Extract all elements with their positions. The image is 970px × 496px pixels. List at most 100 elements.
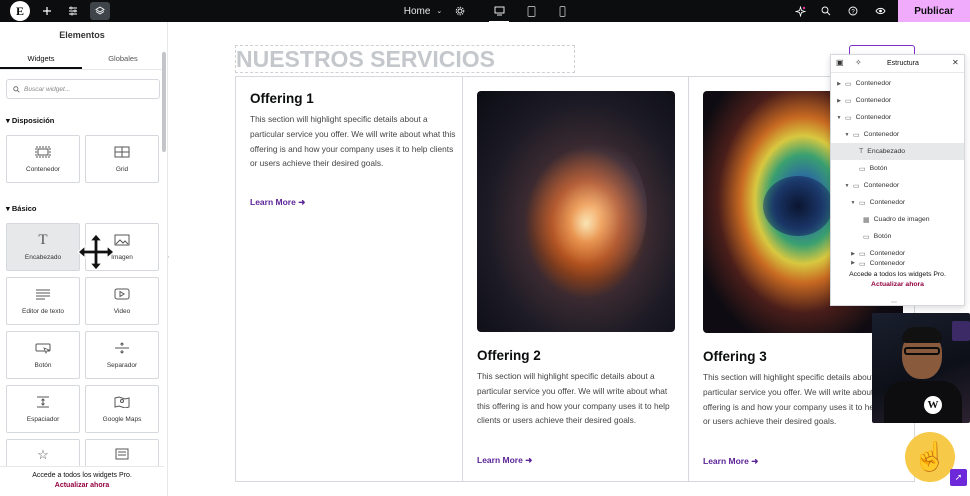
node-label: Contenedor	[855, 97, 892, 104]
offering-title: Offering 1	[250, 91, 314, 106]
widget-heading[interactable]: T Encabezado	[6, 223, 80, 271]
video-icon	[114, 288, 130, 301]
learn-more-label: Learn More	[477, 455, 523, 465]
container-icon	[35, 146, 51, 159]
tab-widgets[interactable]: Widgets	[0, 50, 82, 69]
arrow-right-icon: ➜	[525, 455, 533, 465]
widget-spacer[interactable]: Espaciador	[6, 385, 80, 433]
tree-node-heading[interactable]: T Encabezado	[831, 143, 964, 160]
widget-text-editor[interactable]: Editor de texto	[6, 277, 80, 325]
category-layout-label: Disposición	[11, 116, 55, 125]
expand-arrow-icon[interactable]: ▶	[835, 98, 843, 104]
desktop-view-icon[interactable]	[489, 0, 509, 22]
expand-arrow-icon[interactable]: ▶	[849, 251, 857, 257]
tree-node-image-box[interactable]: ▦ Cuadro de imagen	[831, 211, 964, 228]
arrow-right-icon: ➜	[751, 456, 759, 466]
tree-node-container[interactable]: ▼ ▭ Contenedor	[831, 126, 964, 143]
help-icon[interactable]: ?	[843, 0, 863, 22]
widget-google-maps[interactable]: Google Maps	[85, 385, 159, 433]
collapse-arrow-icon[interactable]: ▼	[849, 200, 857, 206]
tree-node-container[interactable]: ▶ ▭ Contenedor	[831, 92, 964, 109]
container-icon: ▭	[845, 97, 852, 105]
ai-sparkle-icon[interactable]	[790, 0, 810, 22]
widget-label: Separador	[106, 361, 138, 369]
star-icon: ☆	[37, 446, 49, 462]
learn-more-link[interactable]: Learn More ➜	[703, 456, 758, 467]
learn-more-link[interactable]: Learn More ➜	[250, 197, 305, 208]
tree-node-container[interactable]: ▼ ▭ Contenedor	[831, 177, 964, 194]
search-widget-input[interactable]: Buscar widget...	[6, 79, 160, 99]
elementor-logo[interactable]: E	[10, 1, 30, 21]
publish-button[interactable]: Publicar	[898, 0, 970, 22]
container-icon: ▭	[859, 250, 866, 258]
panel-scrollbar[interactable]	[162, 52, 166, 152]
node-label: Contenedor	[869, 250, 906, 257]
expand-arrow-icon[interactable]: ▶	[835, 81, 843, 87]
widget-label: Espaciador	[26, 415, 60, 423]
upgrade-link[interactable]: Actualizar ahora	[831, 281, 964, 288]
structure-layers-icon[interactable]	[90, 2, 110, 20]
collapse-arrow-icon[interactable]: ▼	[843, 132, 851, 138]
arrow-right-icon: ➜	[298, 197, 306, 207]
node-label: Contenedor	[869, 260, 906, 267]
learn-more-link[interactable]: Learn More ➜	[477, 455, 532, 466]
node-label: Contenedor	[855, 80, 892, 87]
tree-node-button[interactable]: ▭ Botón	[831, 228, 964, 245]
collapse-arrow-icon[interactable]: ▼	[835, 115, 843, 121]
tree-node-container[interactable]: ▼ ▭ Contenedor	[831, 194, 964, 211]
ai-sparkle-icon[interactable]: ✧	[855, 58, 862, 67]
widget-icon-partial[interactable]: ☆	[6, 439, 80, 469]
image-icon	[114, 234, 130, 247]
learn-more-label: Learn More	[250, 197, 296, 207]
upgrade-link[interactable]: Actualizar ahora	[0, 482, 164, 489]
node-label: Cuadro de imagen	[873, 216, 930, 223]
nebula-image[interactable]	[477, 91, 675, 332]
publish-label: Publicar	[914, 5, 954, 17]
offering-body: This section will highlight specific det…	[250, 114, 456, 169]
column-divider	[462, 77, 463, 481]
tab-globals[interactable]: Globales	[82, 50, 164, 69]
mobile-view-icon[interactable]	[552, 0, 572, 22]
close-icon[interactable]: ✕	[952, 58, 959, 67]
presenter-hair	[902, 327, 942, 343]
widget-grid[interactable]: Grid	[85, 135, 159, 183]
category-basic-label: Básico	[11, 204, 37, 213]
page-settings-gear-icon[interactable]	[450, 0, 470, 22]
container-icon: ▭	[853, 131, 860, 139]
section-heading[interactable]: NUESTROS SERVICIOS	[235, 45, 575, 73]
tree-node-container-partial[interactable]: ▶ ▭ Contenedor	[831, 260, 964, 268]
category-layout[interactable]: ▾ Disposición	[6, 116, 54, 125]
column-divider	[688, 77, 689, 481]
tree-node-container[interactable]: ▶ ▭ Contenedor	[831, 75, 964, 92]
collapse-arrow-icon[interactable]: ▼	[843, 183, 851, 189]
resize-grip-icon[interactable]: ⋯	[891, 299, 897, 306]
button-icon	[35, 342, 51, 355]
container-icon: ▭	[845, 114, 852, 122]
category-basic[interactable]: ▾ Básico	[6, 204, 36, 213]
preview-eye-icon[interactable]	[870, 0, 890, 22]
scroll-up-icon[interactable]: ➚	[950, 469, 967, 486]
search-icon[interactable]	[816, 0, 836, 22]
expand-arrow-icon[interactable]: ▶	[849, 260, 857, 266]
widget-divider[interactable]: Separador	[85, 331, 159, 379]
structure-header: ▣ ✧ Estructura ✕	[831, 55, 964, 73]
heading-t-icon: T	[38, 231, 48, 248]
add-element-icon[interactable]	[37, 0, 57, 22]
tablet-view-icon[interactable]	[521, 0, 541, 22]
button-icon: ▭	[863, 233, 870, 241]
site-settings-icon[interactable]	[63, 0, 83, 22]
wordpress-logo-icon: W	[924, 396, 942, 414]
offering-title: Offering 3	[703, 349, 767, 364]
container-icon: ▭	[859, 199, 866, 207]
widget-text-path-partial[interactable]	[85, 439, 159, 469]
widget-container[interactable]: Contenedor	[6, 135, 80, 183]
pointing-hand-icon: ☝	[905, 432, 955, 482]
presenter-shirt	[884, 381, 962, 423]
widget-video[interactable]: Video	[85, 277, 159, 325]
tree-node-container[interactable]: ▼ ▭ Contenedor	[831, 109, 964, 126]
widget-button[interactable]: Botón	[6, 331, 80, 379]
collapse-all-icon[interactable]: ▣	[836, 58, 844, 67]
tree-node-button[interactable]: ▭ Botón	[831, 160, 964, 177]
page-selector[interactable]: Home ⌄	[398, 0, 448, 22]
page-label: Home	[403, 5, 431, 17]
